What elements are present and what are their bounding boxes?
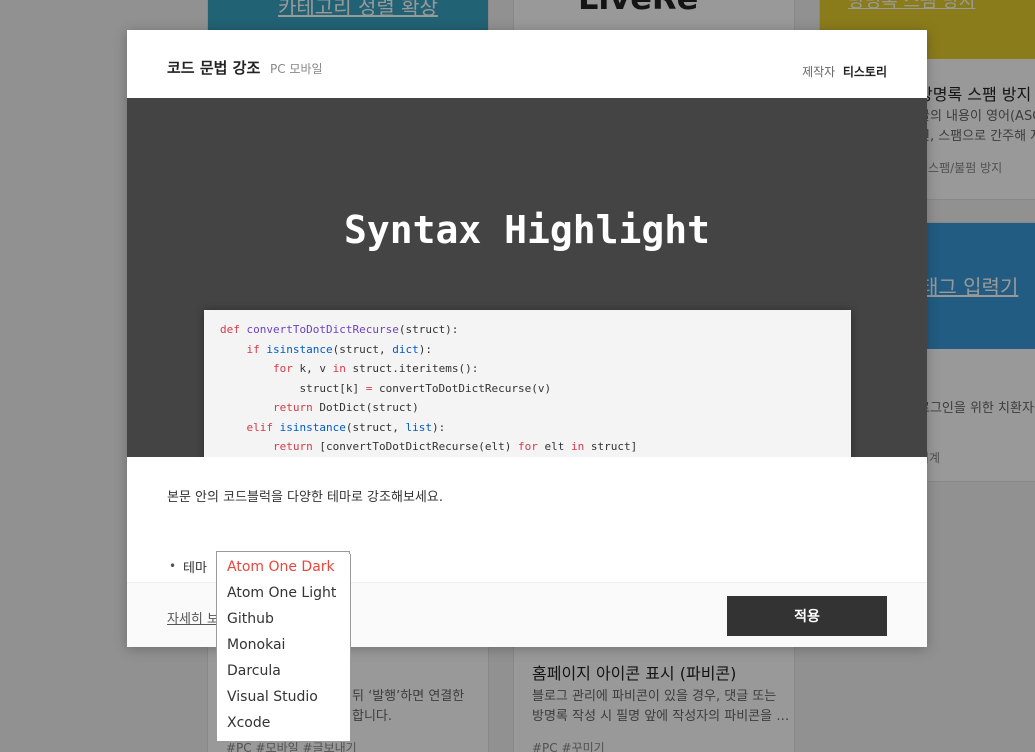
theme-option-atom-one-dark[interactable]: Atom One Dark: [227, 559, 335, 575]
theme-option-visual-studio[interactable]: Visual Studio: [227, 689, 318, 705]
theme-option-xcode[interactable]: Xcode: [227, 715, 270, 731]
modal-title: 코드 문법 강조: [167, 59, 261, 77]
code-line: struct[k] = convertToDotDictRecurse(v): [220, 381, 552, 395]
code-preview: def convertToDotDictRecurse(struct): if …: [204, 310, 851, 457]
theme-option-github[interactable]: Github: [227, 611, 274, 627]
plugin-description: 본문 안의 코드블럭을 다양한 테마로 강조해보세요.: [167, 490, 443, 505]
maker-info: 제작자 티스토리: [802, 63, 887, 80]
theme-option-darcula[interactable]: Darcula: [227, 663, 281, 679]
apply-button[interactable]: 적용: [727, 596, 887, 636]
code-line: return [convertToDotDictRecurse(elt) for…: [272, 440, 638, 453]
code-line: return DotDict(struct): [272, 401, 419, 414]
code-line: def convertToDotDictRecurse(struct):: [220, 323, 459, 336]
platform-tags: PC 모바일: [270, 62, 323, 76]
theme-dropdown-list: Atom One Dark Atom One Light Github Mono…: [216, 554, 351, 742]
maker-name: 티스토리: [842, 65, 887, 79]
theme-option-monokai[interactable]: Monokai: [227, 637, 285, 653]
maker-label: 제작자: [802, 65, 836, 79]
modal-header: 코드 문법 강조 PC 모바일 제작자 티스토리: [127, 30, 927, 98]
theme-label: 테마: [183, 561, 207, 576]
bullet: •: [169, 559, 177, 573]
code-line: elif isinstance(struct, list):: [246, 420, 446, 434]
preview-title: Syntax Highlight: [343, 208, 711, 252]
code-line: for k, v in struct.iteritems():: [272, 362, 479, 375]
code-line: if isinstance(struct, dict):: [246, 342, 432, 356]
theme-option-atom-one-light[interactable]: Atom One Light: [227, 585, 336, 601]
preview-banner: Syntax Highlight def convertToDotDictRec…: [127, 98, 927, 457]
